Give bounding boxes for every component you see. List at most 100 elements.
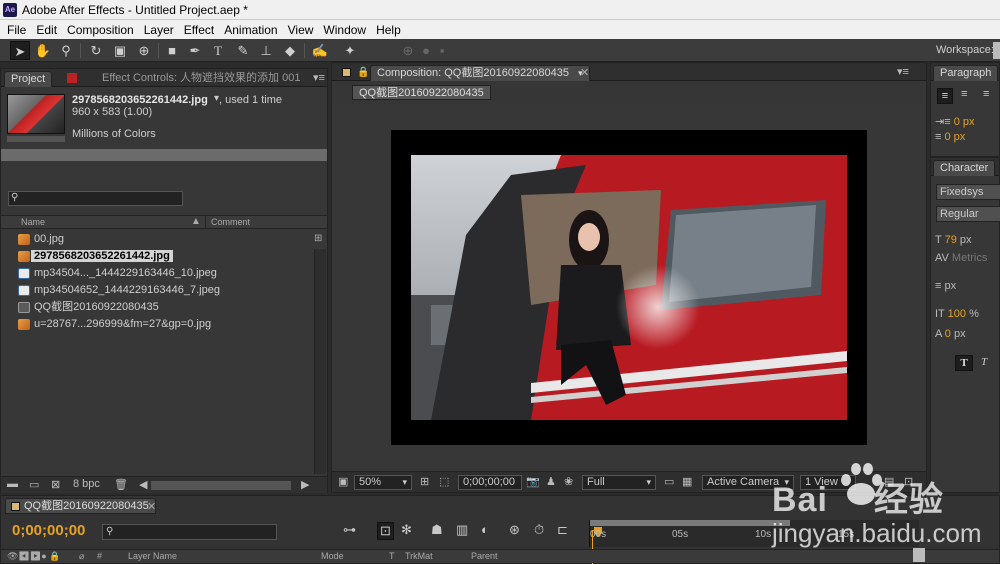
fast-previews-icon[interactable]: ▤: [884, 475, 894, 488]
faux-bold-icon[interactable]: T: [955, 355, 973, 371]
brush-tool-icon[interactable]: ✎: [233, 41, 253, 60]
tab-paragraph[interactable]: Paragraph: [933, 65, 999, 81]
project-horizontal-scrollbar[interactable]: [151, 481, 291, 490]
label-column-icon[interactable]: ⌀: [79, 551, 84, 562]
menu-help[interactable]: Help: [371, 23, 406, 37]
composition-navigator-tab[interactable]: QQ截图20160922080435: [352, 85, 491, 100]
close-icon[interactable]: ✕: [580, 66, 589, 79]
project-file-row[interactable]: 2978568203652261442.jpg: [1, 248, 311, 265]
timecode-field[interactable]: 0;00;00;00: [458, 475, 522, 490]
pen-tool-icon[interactable]: ✒: [185, 41, 205, 60]
font-family-dropdown[interactable]: Fixedsys: [936, 184, 1000, 200]
new-folder-icon[interactable]: ▭: [29, 478, 39, 491]
flowchart-icon[interactable]: ⊞: [314, 233, 322, 244]
panel-menu-icon[interactable]: ▾≡: [313, 71, 325, 84]
column-trkmat[interactable]: TrkMat: [405, 551, 433, 561]
resolution-dropdown[interactable]: Full ▾: [582, 475, 656, 490]
align-right-icon[interactable]: ≡: [983, 88, 989, 100]
draft-3d-icon[interactable]: ✻: [401, 522, 412, 538]
project-scrollbar[interactable]: [314, 249, 326, 474]
auto-keyframe-icon[interactable]: ⏱: [534, 522, 544, 538]
baseline-shift-value[interactable]: 0: [945, 328, 951, 340]
transparency-grid-icon[interactable]: ▦: [682, 475, 692, 488]
tab-project[interactable]: Project: [4, 71, 53, 87]
region-of-interest-icon[interactable]: ▭: [664, 475, 674, 488]
visibility-column-icon[interactable]: 👁◀▶● 🔒: [7, 551, 60, 562]
menu-composition[interactable]: Composition: [62, 23, 139, 37]
clone-stamp-tool-icon[interactable]: ⊥: [256, 41, 276, 60]
space-before-value[interactable]: 0 px: [944, 131, 965, 143]
font-style-dropdown[interactable]: Regular: [936, 206, 1000, 222]
tab-timeline[interactable]: QQ截图20160922080435: [5, 498, 156, 514]
rotate-tool-icon[interactable]: ↻: [86, 41, 106, 60]
zoom-tool-icon[interactable]: ⚲: [56, 41, 76, 60]
eraser-tool-icon[interactable]: ◆: [280, 41, 300, 60]
frame-blending-icon[interactable]: ▥: [456, 522, 468, 538]
sort-ascending-icon[interactable]: ▲: [191, 216, 201, 227]
menu-window[interactable]: Window: [318, 23, 371, 37]
kerning-value[interactable]: Metrics: [952, 252, 987, 264]
timeline-search-input[interactable]: ⚲: [102, 524, 277, 540]
time-ruler[interactable]: 00s 05s 10s 15s: [589, 520, 919, 547]
zoom-dropdown[interactable]: 50% ▾: [354, 475, 412, 490]
faux-italic-icon[interactable]: T: [981, 356, 987, 368]
column-comment[interactable]: Comment: [211, 217, 250, 227]
selection-tool-icon[interactable]: ➤: [10, 41, 30, 60]
brainstorm-icon[interactable]: ⊛: [509, 522, 520, 538]
project-file-row[interactable]: QQ截图20160922080435: [1, 299, 311, 316]
show-snapshot-icon[interactable]: ♟: [546, 475, 556, 488]
hide-shy-layers-icon[interactable]: ☗: [431, 522, 443, 538]
workspace-dropdown[interactable]: [993, 42, 1000, 59]
project-file-row[interactable]: mp34504652_1444229163446_7.jpeg: [1, 282, 311, 299]
align-left-icon[interactable]: ≡: [937, 88, 953, 104]
camera-tool-icon[interactable]: ▣: [110, 41, 130, 60]
type-tool-icon[interactable]: T: [208, 41, 228, 60]
menu-edit[interactable]: Edit: [31, 23, 62, 37]
timeline-link-icon[interactable]: ⊡: [904, 475, 913, 488]
menu-layer[interactable]: Layer: [139, 23, 179, 37]
roto-brush-tool-icon[interactable]: ✍: [310, 41, 330, 60]
composition-viewer[interactable]: [332, 105, 926, 471]
snapshot-icon[interactable]: 📷: [526, 475, 540, 488]
lock-icon[interactable]: 🔒: [357, 67, 369, 78]
indent-left-value[interactable]: 0 px: [954, 116, 975, 128]
grid-icon[interactable]: ⊞: [420, 475, 429, 488]
live-update-icon[interactable]: ⊡: [377, 522, 394, 540]
column-name[interactable]: Name: [21, 217, 45, 227]
comp-mini-flowchart-icon[interactable]: ⊶: [343, 522, 356, 538]
work-area-bar[interactable]: [590, 520, 790, 526]
project-file-row[interactable]: u=28767...296999&fm=27&gp=0.jpg: [1, 316, 311, 333]
panel-menu-icon[interactable]: ▾≡: [897, 65, 909, 78]
delete-icon[interactable]: 🗑: [114, 478, 128, 491]
tab-composition[interactable]: Composition: QQ截图20160922080435 ▾: [370, 65, 590, 81]
hand-tool-icon[interactable]: ✋: [33, 41, 53, 60]
menu-view[interactable]: View: [283, 23, 319, 37]
timeline-zoom-slider[interactable]: [913, 548, 925, 562]
project-file-row[interactable]: 00.jpg: [1, 231, 311, 248]
graph-editor-icon[interactable]: ⊏: [557, 522, 568, 538]
channel-icon[interactable]: ❀: [564, 475, 573, 488]
font-size-value[interactable]: 79: [945, 234, 957, 246]
project-file-row[interactable]: mp34504..._1444229163446_10.jpeg: [1, 265, 311, 282]
interpret-footage-icon[interactable]: ▬: [7, 478, 18, 490]
column-mode[interactable]: Mode: [321, 551, 344, 561]
pan-behind-tool-icon[interactable]: ⊕: [134, 41, 154, 60]
column-parent[interactable]: Parent: [471, 551, 498, 561]
close-icon[interactable]: ✕: [147, 500, 156, 513]
motion-blur-icon[interactable]: ◐: [481, 522, 489, 537]
column-layer-name[interactable]: Layer Name: [128, 551, 177, 561]
rectangle-tool-icon[interactable]: ■: [162, 41, 182, 60]
project-search-input[interactable]: ⚲: [8, 191, 183, 206]
scroll-left-icon[interactable]: ◀: [139, 478, 147, 491]
menu-file[interactable]: File: [2, 23, 31, 37]
new-composition-icon[interactable]: ⊠: [51, 478, 60, 491]
always-preview-icon[interactable]: ▣: [338, 475, 348, 488]
menu-animation[interactable]: Animation: [219, 23, 282, 37]
timeline-timecode[interactable]: 0;00;00;00: [12, 522, 85, 539]
menu-effect[interactable]: Effect: [179, 23, 219, 37]
tab-effect-controls[interactable]: Effect Controls: 人物遮挡效果的添加 001: [96, 71, 306, 87]
scroll-right-icon[interactable]: ▶: [301, 478, 309, 491]
vertical-scale-value[interactable]: 100: [948, 308, 966, 320]
mask-visibility-icon[interactable]: ⬚: [439, 475, 449, 488]
bpc-label[interactable]: 8 bpc: [73, 478, 100, 490]
